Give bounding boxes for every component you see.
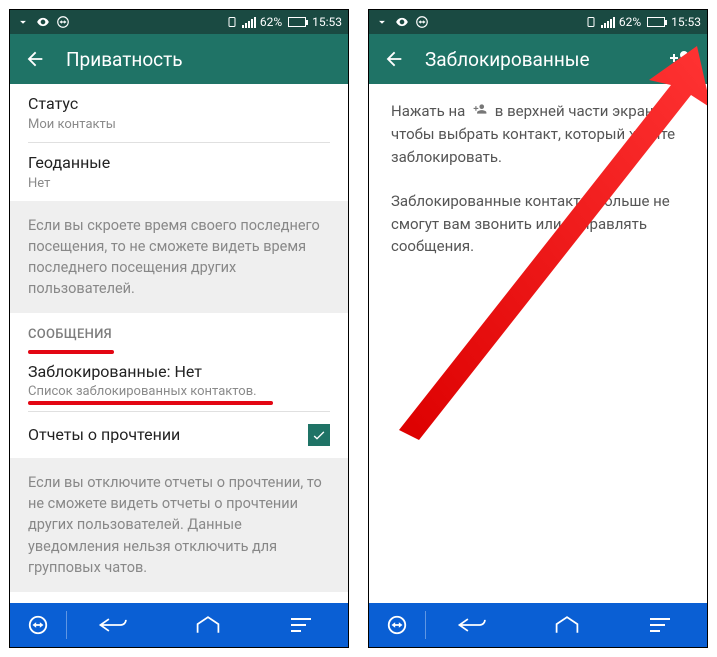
nav-recent-button[interactable] — [613, 603, 707, 647]
menu-icon — [648, 616, 672, 634]
section-header-messages: СООБЩЕНИЯ — [10, 313, 348, 348]
nav-recent-button[interactable] — [254, 603, 348, 647]
navigation-bar — [10, 603, 348, 647]
status-icons-left — [375, 15, 429, 29]
teamviewer-icon — [386, 614, 408, 636]
signal-icon — [242, 17, 256, 28]
person-add-icon — [471, 100, 489, 123]
content-area: Нажать на в верхней части экрана, чтобы … — [369, 84, 707, 603]
teamviewer-icon — [415, 15, 429, 29]
app-bar-title: Приватность — [66, 48, 334, 71]
nav-home-button[interactable] — [520, 603, 614, 647]
status-icons-right: 62% 15:53 — [226, 15, 342, 29]
battery-icon — [288, 17, 306, 27]
arrow-left-icon — [383, 48, 405, 70]
back-button[interactable] — [383, 48, 405, 70]
battery-percent: 62% — [619, 15, 641, 29]
eye-icon — [36, 15, 50, 29]
status-bar: 62% 15:53 — [369, 10, 707, 34]
setting-value: Нет — [28, 176, 330, 191]
app-bar: Приватность — [10, 34, 348, 84]
nav-tv-button[interactable] — [369, 603, 425, 647]
help-text: Нажать на в верхней части экрана, чтобы … — [369, 84, 707, 296]
back-button[interactable] — [24, 48, 46, 70]
home-icon — [195, 615, 221, 635]
app-bar-title: Заблокированные — [425, 48, 669, 71]
nav-tv-button[interactable] — [10, 603, 66, 647]
setting-blocked[interactable]: Заблокированные: Нет Список заблокирован… — [10, 354, 348, 404]
setting-label: Геоданные — [28, 153, 330, 174]
back-icon — [97, 615, 131, 635]
back-icon — [456, 615, 490, 635]
battery-icon — [647, 17, 665, 27]
clock-time: 15:53 — [671, 15, 701, 29]
nav-back-button[interactable] — [426, 603, 520, 647]
content-scroll[interactable]: Статус Мои контакты Геоданные Нет Если в… — [10, 84, 348, 603]
clock-time: 15:53 — [312, 15, 342, 29]
status-icons-right: 62% 15:53 — [585, 15, 701, 29]
arrow-left-icon — [24, 48, 46, 70]
setting-value: Список заблокированных контактов. — [28, 384, 330, 399]
signal-icon — [601, 17, 615, 28]
status-bar: 62% 15:53 — [10, 10, 348, 34]
teamviewer-icon — [56, 15, 70, 29]
navigation-bar — [369, 603, 707, 647]
home-icon — [554, 615, 580, 635]
info-lastseen: Если вы скроете время своего последнего … — [10, 201, 348, 313]
chevron-down-icon — [16, 15, 30, 29]
setting-status[interactable]: Статус Мои контакты — [10, 84, 348, 142]
help-text-part2: Заблокированные контакты больше не смогу… — [391, 190, 685, 258]
status-icons-left — [16, 15, 70, 29]
add-contact-button[interactable] — [669, 47, 693, 71]
setting-geo[interactable]: Геоданные Нет — [10, 143, 348, 201]
menu-icon — [289, 616, 313, 634]
setting-label: Отчеты о прочтении — [28, 425, 308, 446]
sim-icon — [226, 16, 238, 28]
checkbox-checked-icon[interactable] — [308, 424, 330, 446]
help-text-part1: Нажать на — [391, 102, 465, 120]
chevron-down-icon — [375, 15, 389, 29]
setting-label: Заблокированные: Нет — [28, 362, 330, 383]
app-bar: Заблокированные — [369, 34, 707, 84]
eye-icon — [395, 15, 409, 29]
setting-label: Статус — [28, 94, 330, 115]
person-add-icon — [669, 47, 693, 71]
screenshot-blocked: 62% 15:53 Заблокированные Нажать на в ве… — [368, 9, 708, 648]
nav-back-button[interactable] — [67, 603, 161, 647]
setting-read-receipts[interactable]: Отчеты о прочтении — [10, 412, 348, 458]
setting-value: Мои контакты — [28, 117, 330, 132]
teamviewer-icon — [27, 614, 49, 636]
annotation-underline — [28, 401, 273, 405]
info-read-receipts: Если вы отключите отчеты о прочтении, то… — [10, 458, 348, 591]
sim-icon — [585, 16, 597, 28]
nav-home-button[interactable] — [161, 603, 255, 647]
screenshot-privacy: 62% 15:53 Приватность Статус Мои контакт… — [9, 9, 349, 648]
battery-percent: 62% — [260, 15, 282, 29]
